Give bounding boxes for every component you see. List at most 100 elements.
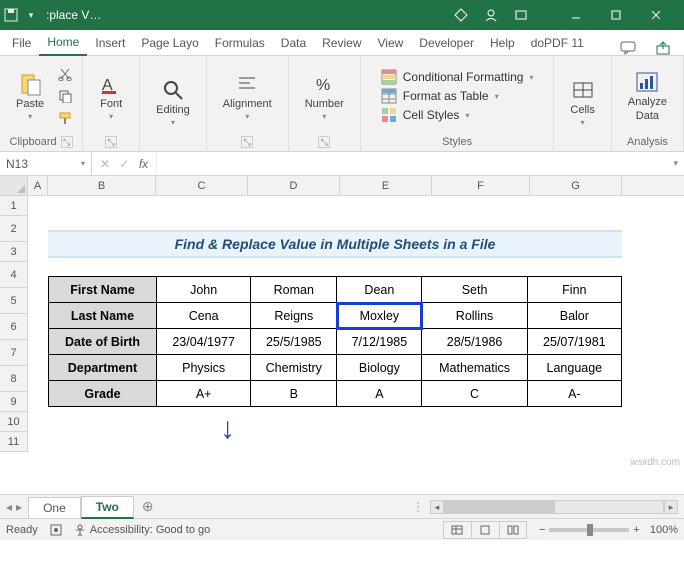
analyze-data-button[interactable]: Analyze Data bbox=[620, 66, 675, 126]
cell[interactable]: Dean bbox=[337, 277, 422, 303]
formula-input[interactable] bbox=[156, 152, 667, 175]
tab-pagelayout[interactable]: Page Layo bbox=[133, 32, 206, 55]
fx-icon[interactable]: fx bbox=[139, 157, 148, 171]
cell[interactable]: 28/5/1986 bbox=[422, 329, 527, 355]
cell[interactable]: A bbox=[337, 381, 422, 407]
cell[interactable]: 23/04/1977 bbox=[157, 329, 251, 355]
cell[interactable]: A- bbox=[527, 381, 621, 407]
cell[interactable]: Chemistry bbox=[251, 355, 337, 381]
sheet-next-icon[interactable]: ▸ bbox=[16, 500, 22, 514]
cell[interactable]: Language bbox=[527, 355, 621, 381]
cell[interactable]: Biology bbox=[337, 355, 422, 381]
scroll-left-icon[interactable]: ◂ bbox=[430, 500, 444, 514]
row-label[interactable]: Date of Birth bbox=[49, 329, 157, 355]
row-header[interactable]: 8 bbox=[0, 366, 28, 392]
cell[interactable]: Balor bbox=[527, 303, 621, 329]
col-header-e[interactable]: E bbox=[340, 176, 432, 195]
launcher-icon[interactable]: ⤡ bbox=[241, 136, 253, 148]
zoom-level[interactable]: 100% bbox=[650, 524, 678, 536]
cell[interactable]: 7/12/1985 bbox=[337, 329, 422, 355]
tab-formulas[interactable]: Formulas bbox=[207, 32, 273, 55]
launcher-icon[interactable]: ⤡ bbox=[318, 136, 330, 148]
row-header[interactable]: 2 bbox=[0, 216, 28, 242]
tab-developer[interactable]: Developer bbox=[411, 32, 482, 55]
scroll-right-icon[interactable]: ▸ bbox=[664, 500, 678, 514]
name-box[interactable]: N13 ▾ bbox=[0, 152, 92, 175]
tab-home[interactable]: Home bbox=[39, 31, 87, 56]
zoom-slider[interactable] bbox=[549, 528, 629, 532]
sheet-prev-icon[interactable]: ◂ bbox=[6, 500, 12, 514]
tab-insert[interactable]: Insert bbox=[87, 32, 133, 55]
row-header[interactable]: 1 bbox=[0, 196, 28, 216]
cancel-icon[interactable]: ✕ bbox=[100, 157, 110, 171]
expand-formula-icon[interactable]: ▾ bbox=[667, 158, 684, 169]
macro-record-icon[interactable] bbox=[50, 524, 62, 536]
autosave-icon[interactable] bbox=[4, 8, 18, 22]
chevron-down-icon[interactable]: ▾ bbox=[81, 159, 85, 168]
sheet-tab-two[interactable]: Two bbox=[81, 496, 134, 519]
tab-help[interactable]: Help bbox=[482, 32, 523, 55]
row-label[interactable]: Last Name bbox=[49, 303, 157, 329]
cell-styles-button[interactable]: Cell Styles▾ bbox=[381, 107, 470, 123]
diamond-icon[interactable] bbox=[454, 8, 468, 22]
qat-dropdown-icon[interactable]: ▾ bbox=[24, 8, 38, 22]
cell[interactable]: John bbox=[157, 277, 251, 303]
add-sheet-button[interactable]: ⊕ bbox=[134, 498, 162, 515]
conditional-formatting-button[interactable]: Conditional Formatting▾ bbox=[381, 69, 534, 85]
zoom-in-button[interactable]: + bbox=[633, 524, 639, 536]
page-break-view-button[interactable] bbox=[499, 521, 527, 539]
enter-icon[interactable]: ✓ bbox=[119, 157, 129, 171]
font-button[interactable]: A Font ▾ bbox=[91, 68, 131, 125]
cell[interactable]: Physics bbox=[157, 355, 251, 381]
sheet-tab-one[interactable]: One bbox=[28, 497, 81, 518]
launcher-icon[interactable]: ⤡ bbox=[61, 136, 73, 148]
cell[interactable]: Finn bbox=[527, 277, 621, 303]
cell[interactable]: C bbox=[422, 381, 527, 407]
editing-button[interactable]: Editing ▾ bbox=[148, 74, 198, 131]
row-label[interactable]: First Name bbox=[49, 277, 157, 303]
cell[interactable]: Cena bbox=[157, 303, 251, 329]
row-header[interactable]: 3 bbox=[0, 242, 28, 262]
share-icon[interactable] bbox=[646, 41, 680, 55]
col-header-g[interactable]: G bbox=[530, 176, 622, 195]
cell[interactable]: Reigns bbox=[251, 303, 337, 329]
accessibility-status[interactable]: Accessibility: Good to go bbox=[74, 524, 210, 536]
minimize-button[interactable] bbox=[556, 0, 596, 30]
copy-icon[interactable] bbox=[56, 86, 74, 106]
zoom-control[interactable]: − + 100% bbox=[539, 524, 678, 536]
col-header-c[interactable]: C bbox=[156, 176, 248, 195]
cell[interactable]: Mathematics bbox=[422, 355, 527, 381]
tab-data[interactable]: Data bbox=[273, 32, 314, 55]
close-button[interactable] bbox=[636, 0, 676, 30]
row-header[interactable]: 5 bbox=[0, 288, 28, 314]
user-icon[interactable] bbox=[484, 8, 498, 22]
selected-cell[interactable]: Moxley bbox=[337, 303, 422, 329]
col-header-a[interactable]: A bbox=[28, 176, 48, 195]
row-label[interactable]: Grade bbox=[49, 381, 157, 407]
row-header[interactable]: 6 bbox=[0, 314, 28, 340]
grid-area[interactable]: 1 2 3 4 5 6 7 8 9 10 11 Find & Replace V… bbox=[0, 196, 684, 494]
col-header-d[interactable]: D bbox=[248, 176, 340, 195]
number-button[interactable]: % Number ▾ bbox=[297, 68, 352, 125]
select-all-corner[interactable] bbox=[0, 176, 28, 195]
col-header-f[interactable]: F bbox=[432, 176, 530, 195]
tab-dopdf[interactable]: doPDF 11 bbox=[523, 32, 592, 55]
tab-view[interactable]: View bbox=[370, 32, 412, 55]
cell[interactable]: Rollins bbox=[422, 303, 527, 329]
cells-button[interactable]: Cells ▾ bbox=[562, 74, 602, 131]
cell[interactable]: 25/5/1985 bbox=[251, 329, 337, 355]
cell[interactable]: Seth bbox=[422, 277, 527, 303]
format-painter-icon[interactable] bbox=[56, 108, 74, 128]
paste-button[interactable]: Paste ▾ bbox=[8, 68, 52, 125]
alignment-button[interactable]: Alignment ▾ bbox=[215, 68, 280, 125]
row-header[interactable]: 10 bbox=[0, 412, 28, 432]
maximize-button[interactable] bbox=[596, 0, 636, 30]
launcher-icon[interactable]: ⤡ bbox=[105, 136, 117, 148]
row-header[interactable]: 9 bbox=[0, 392, 28, 412]
cut-icon[interactable] bbox=[56, 64, 74, 84]
cell[interactable]: B bbox=[251, 381, 337, 407]
format-as-table-button[interactable]: Format as Table▾ bbox=[381, 88, 499, 104]
comments-icon[interactable] bbox=[610, 41, 646, 55]
row-header[interactable]: 11 bbox=[0, 432, 28, 452]
normal-view-button[interactable] bbox=[443, 521, 471, 539]
